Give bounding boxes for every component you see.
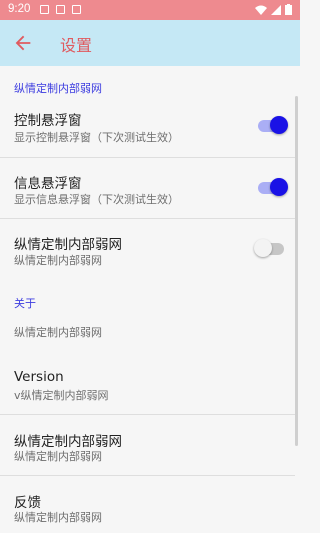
- wifi-icon: [255, 5, 267, 15]
- page-title: 设置: [60, 36, 93, 55]
- pref-title: Version: [14, 369, 64, 385]
- pref-title: 反馈: [14, 495, 41, 511]
- divider: [0, 475, 295, 476]
- pref-summary: 纵情定制内部弱网: [14, 450, 102, 463]
- divider: [0, 218, 295, 219]
- pref-title: 纵情定制内部弱网: [14, 434, 122, 450]
- toolbar: 设置: [0, 20, 300, 66]
- toggle-thumb: [254, 239, 272, 257]
- image-icon: [56, 5, 65, 14]
- category-header-about: 关于: [14, 297, 36, 310]
- pref-summary: 纵情定制内部弱网: [14, 511, 102, 524]
- scrollbar[interactable]: [295, 96, 298, 446]
- pref-summary: v纵情定制内部弱网: [14, 389, 109, 402]
- category-header: 纵情定制内部弱网: [14, 82, 102, 95]
- divider: [0, 157, 295, 158]
- pref-summary: 纵情定制内部弱网: [14, 254, 102, 267]
- control-floating-window-toggle[interactable]: [258, 116, 288, 134]
- pref-summary: 显示控制悬浮窗（下次测试生效）: [14, 131, 179, 144]
- pref-summary: 显示信息悬浮窗（下次测试生效）: [14, 193, 179, 206]
- divider: [0, 414, 295, 415]
- pref-title: 信息悬浮窗: [14, 176, 82, 192]
- about-text: 纵情定制内部弱网: [14, 326, 102, 339]
- info-floating-window-toggle[interactable]: [258, 178, 288, 196]
- notification-icon: [40, 5, 49, 14]
- download-icon: [72, 5, 81, 14]
- settings-list: 纵情定制内部弱网 控制悬浮窗 显示控制悬浮窗（下次测试生效） 信息悬浮窗 显示信…: [0, 66, 300, 533]
- status-bar: 9:20: [0, 0, 300, 20]
- weak-network-toggle[interactable]: [254, 239, 284, 257]
- pref-title: 控制悬浮窗: [14, 113, 82, 129]
- signal-icon: [271, 4, 281, 15]
- toggle-thumb: [270, 178, 288, 196]
- battery-icon: [285, 4, 292, 15]
- back-arrow-icon[interactable]: [12, 32, 34, 54]
- toggle-thumb: [270, 116, 288, 134]
- status-time: 9:20: [8, 3, 31, 15]
- pref-title: 纵情定制内部弱网: [14, 237, 122, 253]
